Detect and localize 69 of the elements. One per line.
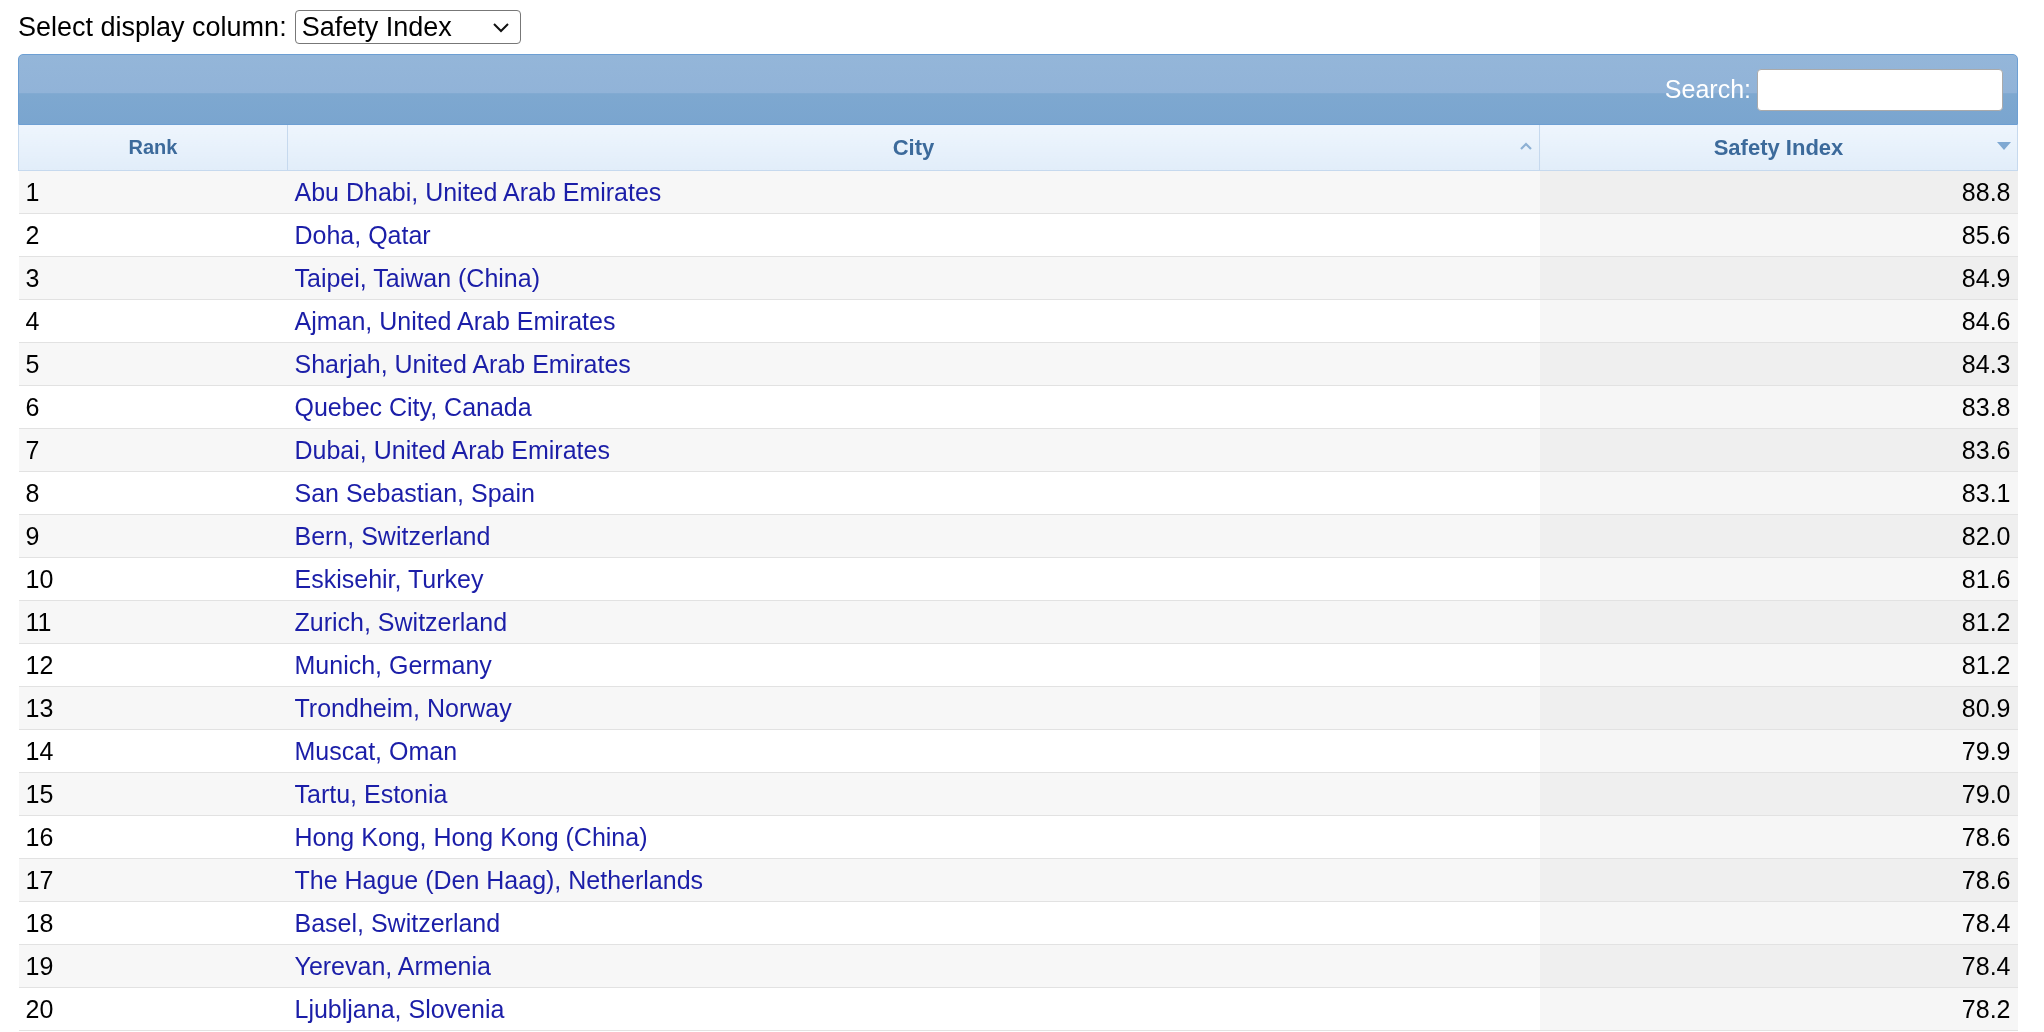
rank-cell: 17 <box>18 858 288 902</box>
column-header[interactable]: Rank <box>18 125 288 171</box>
index-cell: 78.6 <box>1539 858 2018 902</box>
chevron-up-icon <box>1519 142 1533 151</box>
index-cell: 83.8 <box>1539 385 2018 429</box>
index-cell: 82.0 <box>1539 514 2018 558</box>
rank-cell: 9 <box>18 514 288 558</box>
rank-cell: 7 <box>18 428 288 472</box>
city-link[interactable]: Basel, Switzerland <box>294 908 501 937</box>
rank-cell: 18 <box>18 901 288 945</box>
index-cell: 78.6 <box>1539 815 2018 859</box>
search-field[interactable] <box>1757 68 2003 111</box>
index-cell: 80.9 <box>1539 686 2018 730</box>
index-cell: 78.2 <box>1539 987 2018 1031</box>
select-label: Select display column: <box>18 11 287 43</box>
city-link[interactable]: Muscat, Oman <box>294 736 458 765</box>
index-cell: 84.6 <box>1539 299 2018 343</box>
rank-cell: 14 <box>18 729 288 773</box>
index-cell: 84.9 <box>1539 256 2018 300</box>
city-link[interactable]: Sharjah, United Arab Emirates <box>294 349 631 378</box>
index-cell: 79.9 <box>1539 729 2018 773</box>
city-link[interactable]: Taipei, Taiwan (China) <box>294 263 540 292</box>
city-link[interactable]: Munich, Germany <box>294 650 492 679</box>
index-cell: 79.0 <box>1539 772 2018 816</box>
rank-cell: 5 <box>18 342 288 386</box>
index-cell: 84.3 <box>1539 342 2018 386</box>
rank-cell: 3 <box>18 256 288 300</box>
city-link[interactable]: Dubai, United Arab Emirates <box>294 435 610 464</box>
rank-cell: 2 <box>18 213 288 257</box>
index-cell: 81.2 <box>1539 600 2018 644</box>
index-cell: 83.1 <box>1539 471 2018 515</box>
column-header[interactable]: City <box>287 125 1540 171</box>
column-header[interactable]: Safety Index <box>1539 125 2018 171</box>
rank-cell: 16 <box>18 815 288 859</box>
rank-cell: 4 <box>18 299 288 343</box>
city-link[interactable]: Bern, Switzerland <box>294 521 491 550</box>
rank-cell: 15 <box>18 772 288 816</box>
rank-cell: 10 <box>18 557 288 601</box>
index-cell: 81.2 <box>1539 643 2018 687</box>
index-cell: 88.8 <box>1539 170 2018 214</box>
city-link[interactable]: Doha, Qatar <box>294 220 431 249</box>
city-link[interactable]: Yerevan, Armenia <box>294 951 491 980</box>
index-cell: 78.4 <box>1539 944 2018 988</box>
city-link[interactable]: Trondheim, Norway <box>294 693 512 722</box>
rank-cell: 8 <box>18 471 288 515</box>
sort-descending-icon <box>1997 142 2011 150</box>
city-link[interactable]: Abu Dhabi, United Arab Emirates <box>294 177 662 206</box>
rank-cell: 1 <box>18 170 288 214</box>
rank-cell: 13 <box>18 686 288 730</box>
rank-cell: 6 <box>18 385 288 429</box>
city-link[interactable]: San Sebastian, Spain <box>294 478 535 507</box>
rank-cell: 20 <box>18 987 288 1031</box>
city-link[interactable]: Ljubljana, Slovenia <box>294 994 505 1023</box>
index-cell: 85.6 <box>1539 213 2018 257</box>
rank-cell: 19 <box>18 944 288 988</box>
index-cell: 83.6 <box>1539 428 2018 472</box>
chevron-down-icon <box>491 21 510 33</box>
city-link[interactable]: Ajman, United Arab Emirates <box>294 306 616 335</box>
rank-cell: 12 <box>18 643 288 687</box>
display-column-select[interactable]: Safety Index <box>294 10 521 44</box>
city-link[interactable]: Tartu, Estonia <box>294 779 448 808</box>
rank-cell: 11 <box>18 600 288 644</box>
search-label: Search: <box>1664 75 1751 104</box>
city-link[interactable]: Eskisehir, Turkey <box>294 564 484 593</box>
city-link[interactable]: Zurich, Switzerland <box>294 607 508 636</box>
index-cell: 81.6 <box>1539 557 2018 601</box>
city-link[interactable]: Hong Kong, Hong Kong (China) <box>294 822 648 851</box>
index-cell: 78.4 <box>1539 901 2018 945</box>
city-link[interactable]: Quebec City, Canada <box>294 392 532 421</box>
